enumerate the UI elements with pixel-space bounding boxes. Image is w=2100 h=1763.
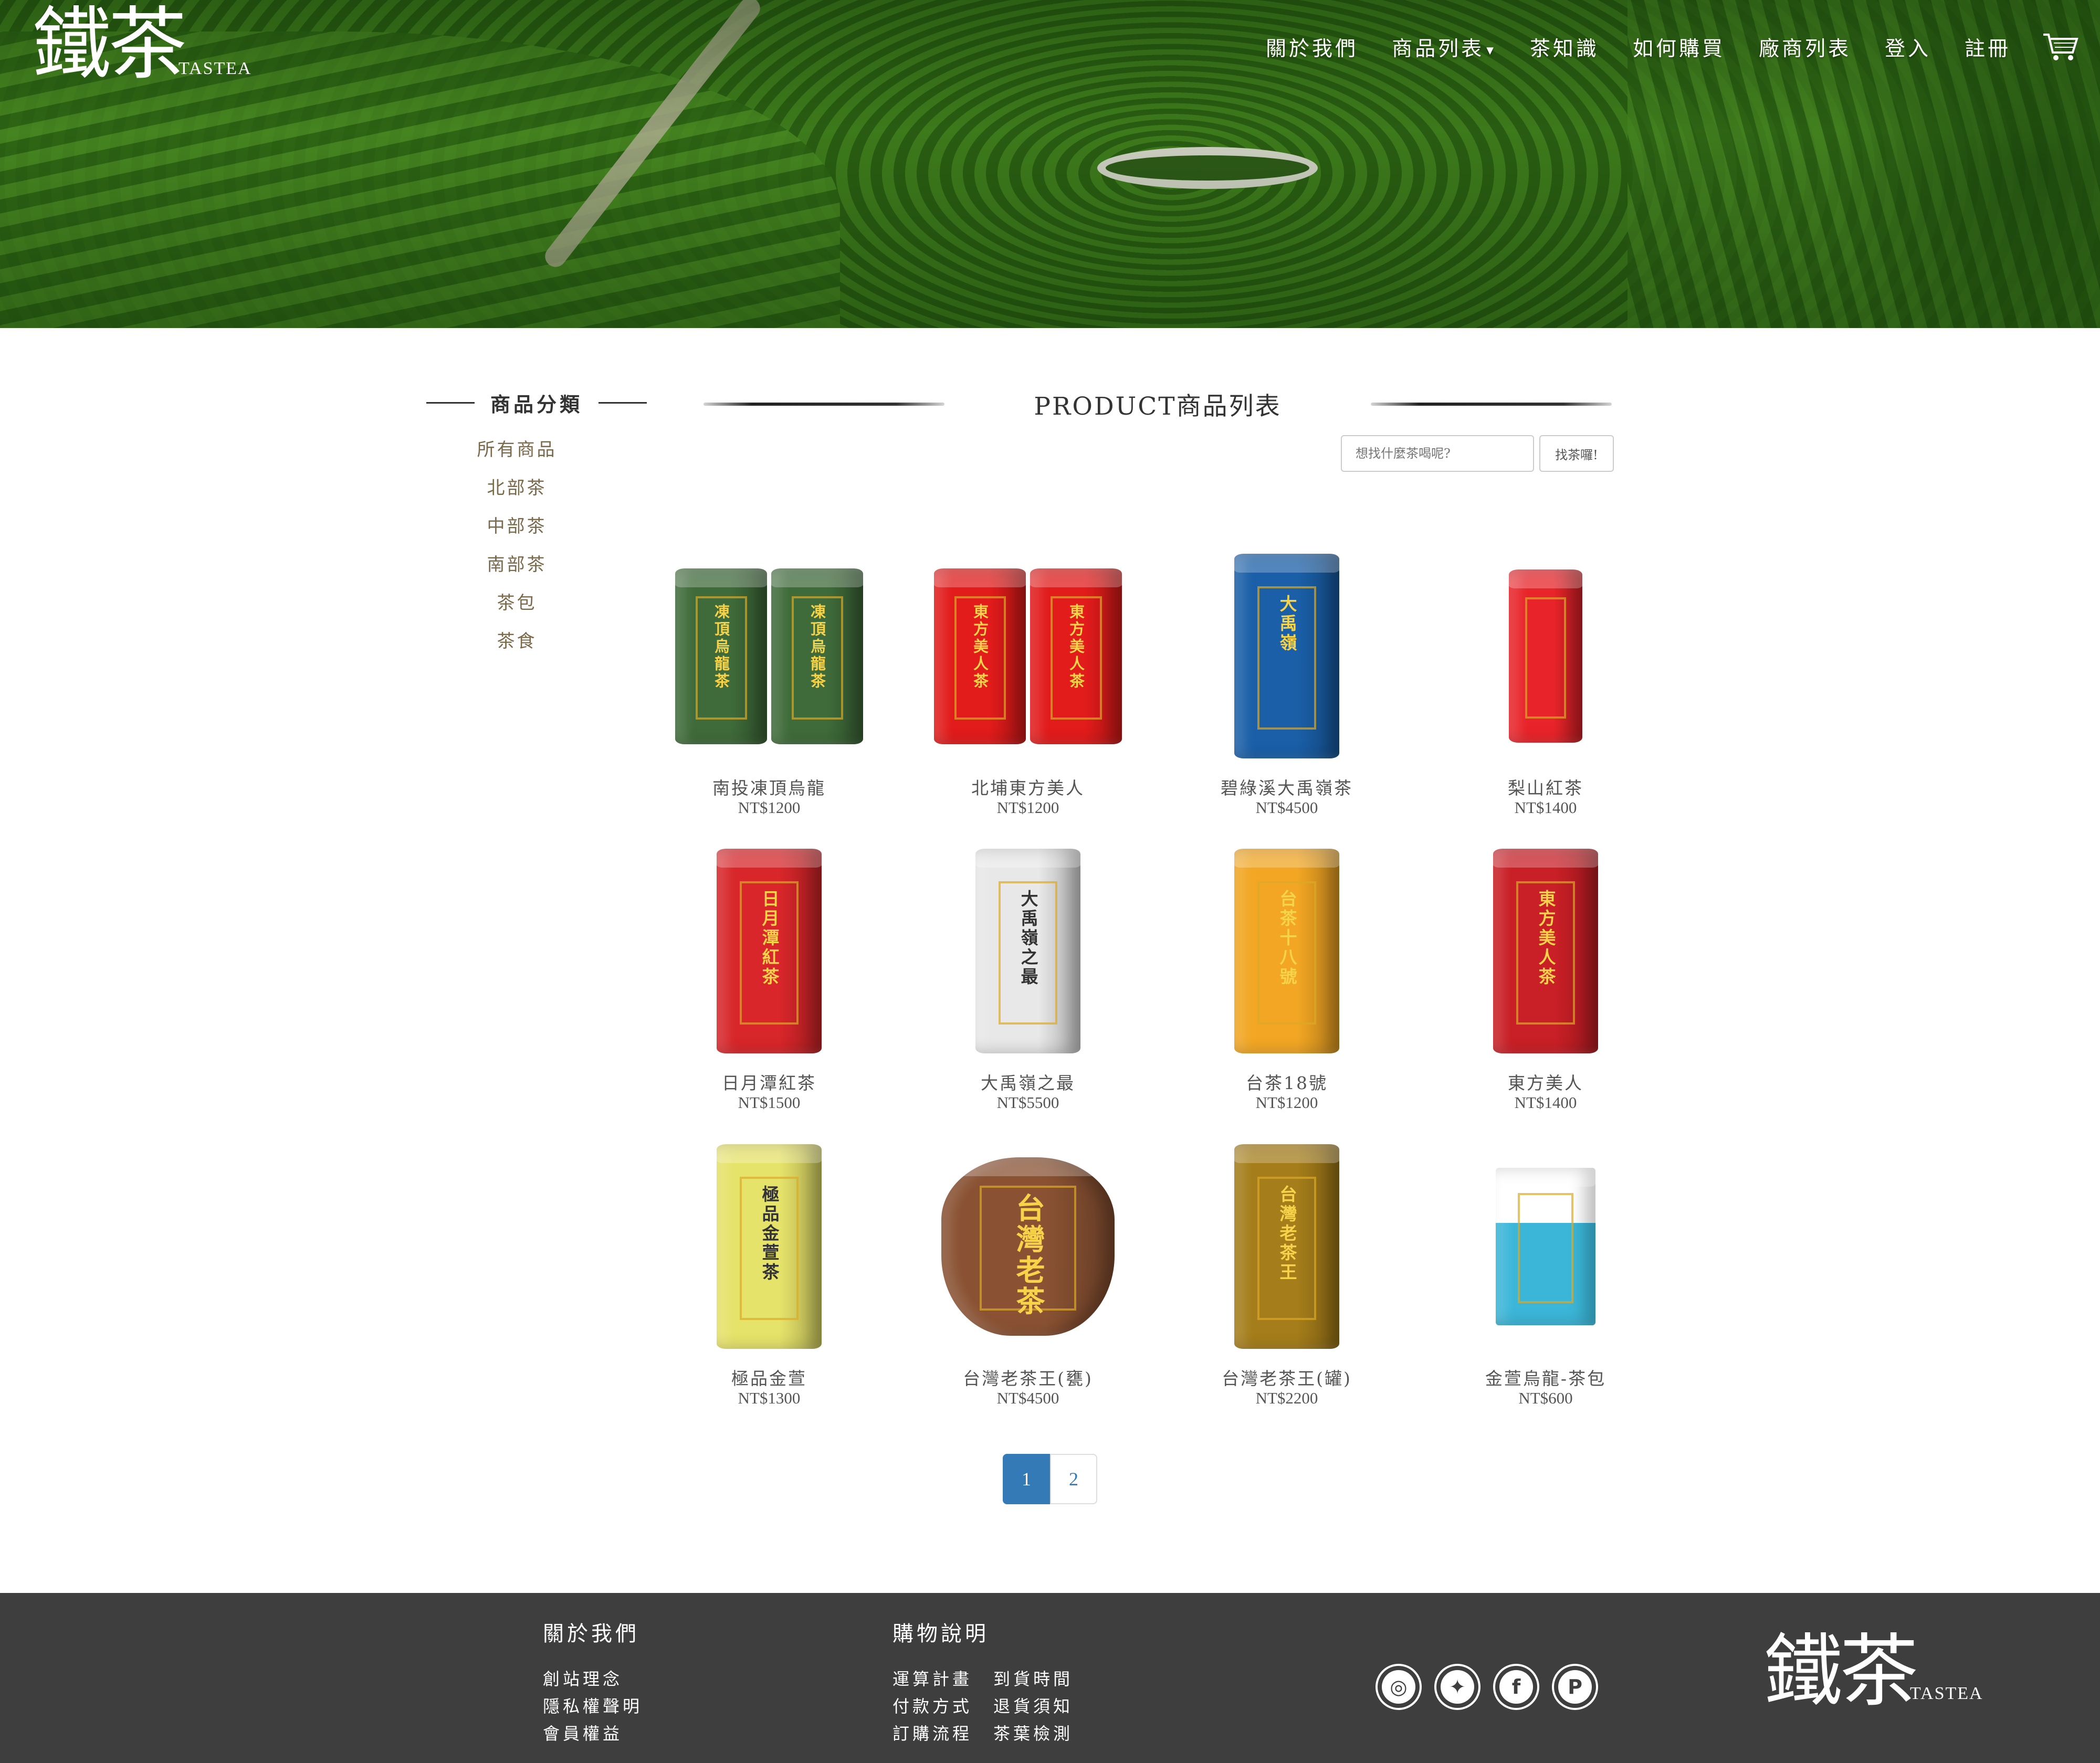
- product-image[interactable]: 東方美人茶: [1430, 843, 1661, 1059]
- product-name[interactable]: 台灣老茶王(罐): [1171, 1365, 1402, 1389]
- footer-link-privacy[interactable]: 隱私權聲明: [543, 1693, 643, 1720]
- product-price: NT$2200: [1255, 1389, 1318, 1407]
- product-image[interactable]: 台灣老茶王: [1171, 1139, 1402, 1354]
- instagram-icon[interactable]: ◎: [1376, 1664, 1422, 1710]
- product-name[interactable]: 北埔東方美人: [912, 774, 1143, 798]
- product-card[interactable]: 台灣老茶王台灣老茶王(罐) NT$2200: [1171, 1139, 1402, 1408]
- product-price: NT$1400: [1514, 798, 1577, 817]
- footer-link[interactable]: 訂購流程: [892, 1720, 972, 1748]
- footer-link[interactable]: 到貨時間: [993, 1666, 1073, 1693]
- search-input[interactable]: [1341, 435, 1534, 472]
- social-links: ◎ ✦ f P: [1376, 1664, 1611, 1710]
- footer-link[interactable]: 退貨須知: [993, 1693, 1073, 1720]
- product-card[interactable]: 凍頂烏龍茶 凍頂烏龍茶南投凍頂烏龍 NT$1200: [654, 548, 885, 817]
- shopping-cart-icon[interactable]: [2042, 31, 2079, 63]
- product-image[interactable]: 台灣老茶: [912, 1139, 1143, 1354]
- product-image[interactable]: 台茶十八號: [1171, 843, 1402, 1059]
- product-card[interactable]: 金萱烏龍-茶包 NT$600: [1430, 1139, 1661, 1408]
- product-card[interactable]: 東方美人茶東方美人 NT$1400: [1430, 843, 1661, 1112]
- caret-down-icon: ▼: [1486, 45, 1496, 56]
- product-price: NT$4500: [1255, 798, 1318, 817]
- product-name[interactable]: 金萱烏龍-茶包: [1430, 1365, 1661, 1389]
- footer-logo[interactable]: 鐵茶 TASTEA: [1764, 1632, 1983, 1711]
- product-name[interactable]: 碧綠溪大禹嶺茶: [1171, 774, 1402, 798]
- main-nav: 關於我們 商品列表 ▼ 茶知識 如何購買 廠商列表 登入 註冊: [1232, 31, 2079, 63]
- nav-tea-knowledge[interactable]: 茶知識: [1530, 33, 1599, 62]
- category-teabag[interactable]: 茶包: [426, 590, 607, 628]
- logo-word: TASTEA: [1910, 1684, 1983, 1703]
- footer-link[interactable]: 茶葉檢測: [993, 1720, 1073, 1748]
- category-central[interactable]: 中部茶: [426, 513, 607, 552]
- footer-about: 關於我們 創站理念 隱私權聲明 會員權益: [543, 1617, 664, 1748]
- product-price: NT$1400: [1514, 1093, 1577, 1112]
- product-image[interactable]: [1430, 1139, 1661, 1354]
- product-image[interactable]: 日月潭紅茶: [654, 843, 885, 1059]
- footer-link-member[interactable]: 會員權益: [543, 1720, 623, 1748]
- nav-how-to-buy[interactable]: 如何購買: [1633, 33, 1725, 62]
- product-price: NT$1200: [996, 798, 1059, 817]
- footer-link[interactable]: 付款方式: [892, 1693, 972, 1720]
- sidebar-title: 商品分類: [426, 388, 647, 417]
- product-price: NT$1300: [738, 1389, 801, 1407]
- nav-vendors[interactable]: 廠商列表: [1759, 33, 1851, 62]
- twitter-icon[interactable]: ✦: [1434, 1664, 1480, 1710]
- category-north[interactable]: 北部茶: [426, 475, 607, 513]
- product-price: NT$1200: [1255, 1093, 1318, 1112]
- facebook-icon[interactable]: f: [1493, 1664, 1539, 1710]
- logo-word: TASTEA: [178, 59, 252, 78]
- product-price: NT$600: [1518, 1389, 1573, 1407]
- product-card[interactable]: 大禹嶺碧綠溪大禹嶺茶 NT$4500: [1171, 548, 1402, 817]
- nav-about[interactable]: 關於我們: [1266, 33, 1358, 62]
- product-card[interactable]: 東方美人茶 東方美人茶北埔東方美人 NT$1200: [912, 548, 1143, 817]
- page-1-button[interactable]: 1: [1003, 1454, 1050, 1504]
- product-image[interactable]: [1430, 548, 1661, 764]
- product-name[interactable]: 大禹嶺之最: [912, 1069, 1143, 1093]
- product-price: NT$1200: [738, 798, 801, 817]
- product-name[interactable]: 日月潭紅茶: [654, 1069, 885, 1093]
- category-all[interactable]: 所有商品: [426, 437, 607, 475]
- nav-login[interactable]: 登入: [1885, 33, 1931, 62]
- product-name[interactable]: 東方美人: [1430, 1069, 1661, 1093]
- product-name[interactable]: 極品金萱: [654, 1365, 885, 1389]
- product-price: NT$4500: [996, 1389, 1059, 1407]
- footer-shopping: 購物說明 運算計畫 到貨時間 付款方式 退貨須知 訂購流程 茶葉檢測: [892, 1617, 1094, 1748]
- product-image[interactable]: 大禹嶺: [1171, 548, 1402, 764]
- category-snacks[interactable]: 茶食: [426, 628, 607, 667]
- category-south[interactable]: 南部茶: [426, 552, 607, 590]
- product-image[interactable]: 東方美人茶 東方美人茶: [912, 548, 1143, 764]
- page-title: PRODUCT商品列表: [1034, 392, 1282, 421]
- product-card[interactable]: 大禹嶺之最 大禹嶺之最 NT$5500: [912, 843, 1143, 1112]
- nav-products[interactable]: 商品列表 ▼: [1392, 33, 1496, 62]
- product-card[interactable]: 日月潭紅茶 日月潭紅茶 NT$1500: [654, 843, 885, 1112]
- pagination: 1 2: [1003, 1454, 1097, 1504]
- product-card[interactable]: 梨山紅茶 NT$1400: [1430, 548, 1661, 817]
- product-price: NT$5500: [996, 1093, 1059, 1112]
- footer-link-concept[interactable]: 創站理念: [543, 1666, 623, 1693]
- product-name[interactable]: 台茶18號: [1171, 1069, 1402, 1093]
- logo-mark: 鐵茶: [1764, 1626, 1918, 1717]
- product-card[interactable]: 極品金萱茶極品金萱 NT$1300: [654, 1139, 885, 1408]
- category-list: 所有商品 北部茶 中部茶 南部茶 茶包 茶食: [426, 437, 607, 667]
- search-button[interactable]: 找茶囉!: [1539, 435, 1614, 472]
- nav-register[interactable]: 註冊: [1965, 33, 2011, 62]
- footer-link[interactable]: 運算計畫: [892, 1666, 972, 1693]
- product-name[interactable]: 梨山紅茶: [1430, 774, 1661, 798]
- product-list-heading: PRODUCT商品列表: [704, 386, 1612, 422]
- product-card[interactable]: 台茶十八號台茶18號 NT$1200: [1171, 843, 1402, 1112]
- product-image[interactable]: 極品金萱茶: [654, 1139, 885, 1354]
- product-image[interactable]: 凍頂烏龍茶 凍頂烏龍茶: [654, 548, 885, 764]
- product-name[interactable]: 南投凍頂烏龍: [654, 774, 885, 798]
- product-name[interactable]: 台灣老茶王(甕): [912, 1365, 1143, 1389]
- site-logo[interactable]: 鐵茶 TASTEA: [33, 5, 252, 84]
- logo-mark: 鐵茶: [33, 0, 187, 90]
- product-image[interactable]: 大禹嶺之最: [912, 843, 1143, 1059]
- pinterest-icon[interactable]: P: [1552, 1664, 1598, 1710]
- product-card[interactable]: 台灣老茶台灣老茶王(甕) NT$4500: [912, 1139, 1143, 1408]
- page-2-button[interactable]: 2: [1050, 1454, 1097, 1504]
- product-price: NT$1500: [738, 1093, 801, 1112]
